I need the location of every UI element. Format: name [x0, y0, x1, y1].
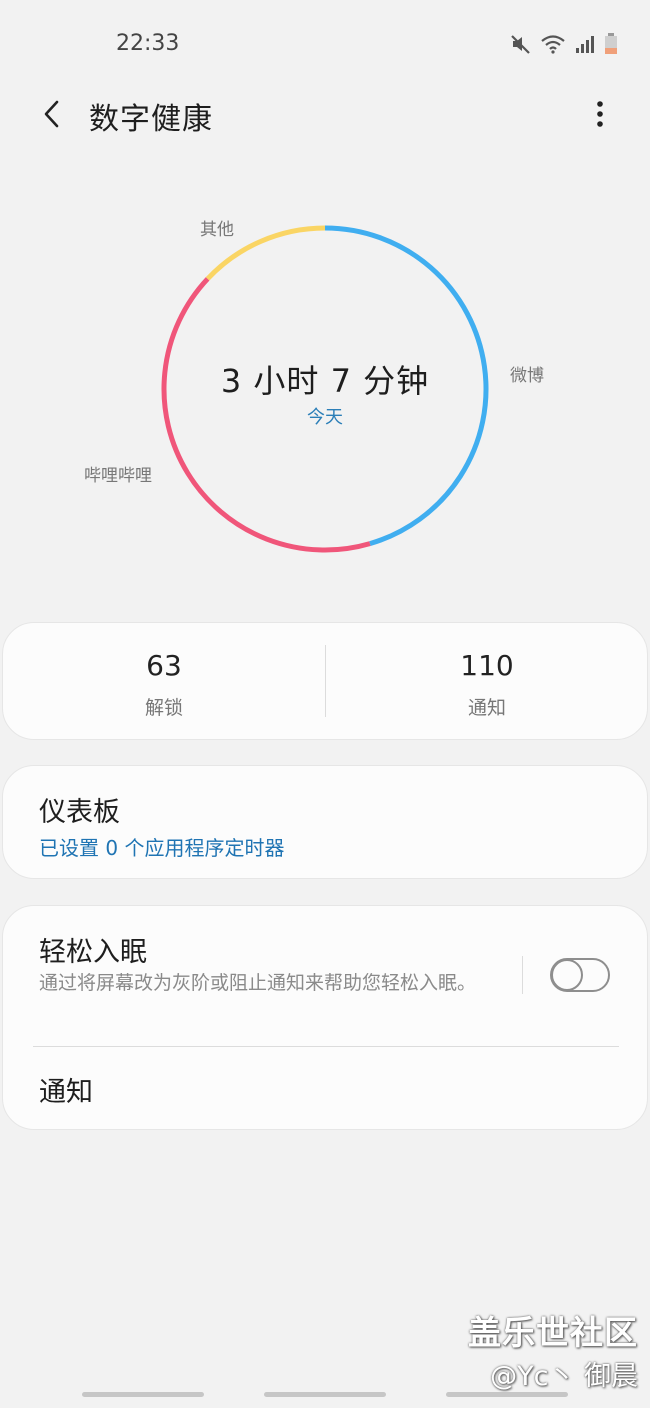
watermark-user: @Yc丶 御晨 [490, 1361, 638, 1392]
notifications-label: 通知 [467, 697, 506, 719]
nav-back-button[interactable] [446, 1392, 568, 1397]
bedtime-description: 通过将屏幕改为灰阶或阻止通知来帮助您轻松入眠。 [39, 972, 477, 994]
unlocks-count: 63 [146, 649, 182, 682]
dashboard-card[interactable]: 仪表板 已设置 0 个应用程序定时器 [2, 765, 648, 879]
dashboard-title: 仪表板 [39, 797, 120, 828]
row-divider [33, 1046, 619, 1047]
notifications-stat[interactable]: 110 通知 [326, 623, 648, 741]
status-time: 22:33 [116, 31, 180, 56]
dashboard-subtitle: 已设置 0 个应用程序定时器 [39, 836, 285, 860]
back-button[interactable] [30, 92, 74, 136]
toggle-knob [551, 959, 583, 991]
unlocks-stat[interactable]: 63 解锁 [3, 623, 325, 741]
slice-label-other: 其他 [200, 220, 234, 240]
nav-home-button[interactable] [264, 1392, 386, 1397]
more-options-button[interactable] [578, 92, 622, 136]
status-icons [510, 30, 618, 58]
watermark-brand: 盖乐世社区 [468, 1313, 638, 1352]
toggle-divider [522, 956, 523, 994]
page-title: 数字健康 [89, 102, 213, 137]
mute-icon [511, 35, 530, 54]
wifi-icon [541, 35, 565, 54]
status-bar: 22:33 [0, 0, 650, 80]
bedtime-title[interactable]: 轻松入眠 [39, 930, 147, 969]
chevron-left-icon [44, 100, 59, 128]
chart-period-label: 今天 [307, 407, 343, 428]
notifications-count: 110 [460, 649, 514, 682]
slice-label-bilibili: 哔哩哔哩 [84, 466, 152, 486]
unlocks-label: 解锁 [144, 697, 183, 719]
bedtime-toggle[interactable] [550, 958, 610, 992]
nav-recents-button[interactable] [82, 1392, 204, 1397]
more-vertical-icon [597, 101, 603, 127]
usage-chart[interactable]: 3 小时 7 分钟 今天 微博 哔哩哔哩 其他 [0, 160, 650, 600]
app-bar: 数字健康 [0, 80, 650, 146]
settings-card: 轻松入眠 通过将屏幕改为灰阶或阻止通知来帮助您轻松入眠。 通知 [2, 905, 648, 1130]
notifications-row[interactable]: 通知 [39, 1070, 93, 1109]
battery-icon [605, 33, 617, 54]
slice-label-weibo: 微博 [510, 366, 544, 386]
stats-card: 63 解锁 110 通知 [2, 622, 648, 740]
signal-icon [576, 36, 594, 53]
total-screen-time: 3 小时 7 分钟 [220, 362, 430, 400]
